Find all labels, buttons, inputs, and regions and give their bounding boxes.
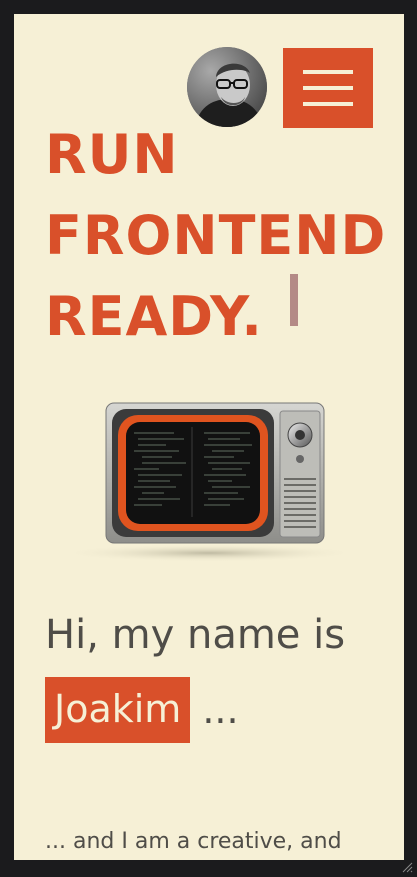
name-badge: Joakim xyxy=(45,677,191,743)
name-ellipsis: ... xyxy=(202,688,239,732)
hero-headline: RUN FRONTEND READY. xyxy=(45,114,386,357)
name-row: Joakim ... xyxy=(45,676,239,744)
resize-grip-icon[interactable] xyxy=(401,861,413,873)
intro-greeting: Hi, my name is xyxy=(45,612,346,658)
page: RUN FRONTEND READY. Hi, my name is Joaki… xyxy=(14,14,404,860)
browser-frame: RUN FRONTEND READY. Hi, my name is Joaki… xyxy=(0,0,417,877)
intro-tagline: ... and I am a creative, and xyxy=(45,829,342,854)
headline-line-1: RUN xyxy=(45,123,179,186)
retro-tv-illustration xyxy=(54,399,364,569)
headline-line-2: FRONTEND xyxy=(45,204,387,267)
typing-cursor xyxy=(290,274,298,326)
headline-line-3: READY. xyxy=(45,285,263,348)
